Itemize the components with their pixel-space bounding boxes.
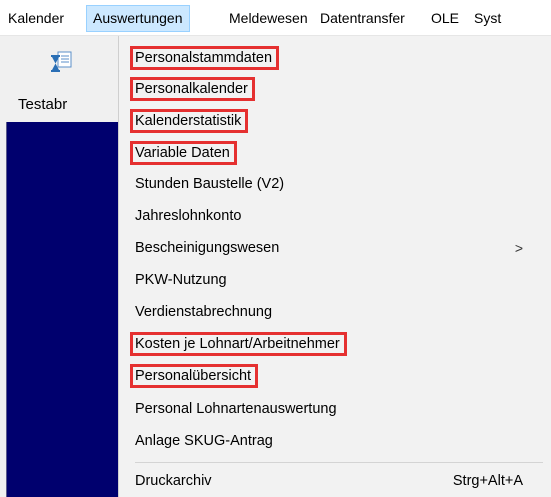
menu-system[interactable]: Syst <box>468 5 507 32</box>
left-panel: Testabr <box>0 36 118 497</box>
testabrechnung-label: Testabr <box>18 96 68 113</box>
menu-ole[interactable]: OLE <box>425 5 465 32</box>
mdi-background <box>6 122 118 497</box>
menu-item-kalenderstatistik[interactable]: Kalenderstatistik <box>130 109 249 133</box>
menu-item-bescheinigungswesen[interactable]: Bescheinigungswesen <box>135 236 279 260</box>
hourglass-document-icon <box>49 50 73 74</box>
testabrechnung-button[interactable]: Testabr <box>6 44 114 118</box>
menu-kalender[interactable]: Kalender <box>2 5 70 32</box>
menu-item-kosten-je-lohnart[interactable]: Kosten je Lohnart/Arbeitnehmer <box>130 332 347 356</box>
menu-item-verdienstabrechnung[interactable]: Verdienstabrechnung <box>135 300 272 324</box>
chevron-right-icon: > <box>514 240 523 256</box>
menu-bar: Kalender Auswertungen Meldewesen Datentr… <box>0 0 551 36</box>
menu-meldewesen[interactable]: Meldewesen <box>223 5 314 32</box>
menu-auswertungen[interactable]: Auswertungen <box>86 5 190 32</box>
druckarchiv-shortcut: Strg+Alt+A <box>452 473 523 489</box>
menu-item-personalkalender[interactable]: Personalkalender <box>130 77 255 101</box>
menu-item-anlage-skug-antrag[interactable]: Anlage SKUG-Antrag <box>135 429 273 453</box>
menu-item-stunden-baustelle[interactable]: Stunden Baustelle (V2) <box>135 172 284 196</box>
menu-item-jahreslohnkonto[interactable]: Jahreslohnkonto <box>135 204 241 228</box>
menu-item-variable-daten[interactable]: Variable Daten <box>130 141 237 165</box>
menu-item-pkw-nutzung[interactable]: PKW-Nutzung <box>135 268 227 292</box>
menu-separator <box>135 462 543 463</box>
menu-datentransfer[interactable]: Datentransfer <box>314 5 411 32</box>
menu-item-personalstammdaten[interactable]: Personalstammdaten <box>130 46 280 70</box>
menu-item-personaluebersicht[interactable]: Personalübersicht <box>130 364 259 388</box>
menu-item-druckarchiv[interactable]: Druckarchiv <box>135 469 212 493</box>
auswertungen-dropdown: Personalstammdaten Personalkalender Kale… <box>118 36 551 497</box>
menu-item-personal-lohnartenauswertung[interactable]: Personal Lohnartenauswertung <box>135 397 337 421</box>
